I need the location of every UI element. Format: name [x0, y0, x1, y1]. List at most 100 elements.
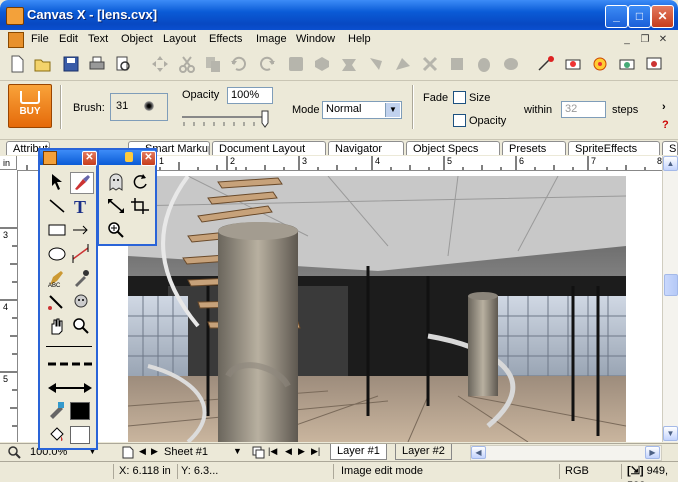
- staircase-render-image[interactable]: [128, 176, 626, 442]
- fill-bucket-icon[interactable]: [46, 424, 68, 444]
- tab-presets[interactable]: Presets: [502, 141, 566, 155]
- canvas-app-icon[interactable]: [6, 7, 24, 25]
- cut-icon[interactable]: [178, 55, 196, 73]
- scroll-thumb[interactable]: [664, 274, 678, 296]
- rotate-icon[interactable]: [129, 172, 151, 192]
- toolbox-title-bar[interactable]: ✕: [40, 150, 97, 166]
- page-icon[interactable]: [122, 446, 134, 459]
- steps-field[interactable]: 32: [561, 101, 606, 118]
- toolbox-close-icon[interactable]: ✕: [82, 151, 97, 166]
- zoom-view-icon[interactable]: [645, 55, 663, 73]
- layers-icon[interactable]: [252, 446, 265, 459]
- save-icon[interactable]: [62, 55, 80, 73]
- layer-tab-1[interactable]: Layer #1: [330, 444, 387, 460]
- brush-picker[interactable]: 31: [110, 93, 168, 121]
- sprite-tool-icon[interactable]: [70, 292, 92, 312]
- knife-tool-icon[interactable]: [46, 292, 68, 312]
- fade-size-checkbox[interactable]: [453, 91, 466, 104]
- chevron-right-icon[interactable]: ›: [662, 101, 666, 113]
- rectangle-tool-icon[interactable]: [46, 220, 68, 240]
- combine-icon[interactable]: [340, 55, 358, 73]
- horizontal-scrollbar[interactable]: ◀ ▶: [470, 445, 662, 461]
- lock-icon[interactable]: [125, 152, 133, 162]
- menu-effects[interactable]: Effects: [209, 33, 242, 45]
- line-tool-icon[interactable]: [46, 196, 68, 216]
- redo-icon[interactable]: [258, 55, 276, 73]
- print-preview-icon[interactable]: [114, 55, 132, 73]
- subtools-title-bar[interactable]: ✕: [99, 150, 156, 166]
- brush-tool-icon[interactable]: [70, 172, 94, 194]
- rounded-tool-icon[interactable]: [70, 220, 92, 240]
- move-icon[interactable]: [151, 55, 169, 73]
- tab-object-specs[interactable]: Object Specs: [406, 141, 500, 155]
- menu-file[interactable]: File: [31, 33, 49, 45]
- menu-help[interactable]: Help: [348, 33, 371, 45]
- ellipse-tool-icon[interactable]: [46, 244, 68, 264]
- mdi-close-icon[interactable]: ✕: [656, 33, 670, 46]
- document-icon[interactable]: [8, 32, 24, 48]
- tab-document-layout[interactable]: Document Layout: [212, 141, 326, 155]
- first-layer-icon[interactable]: |◀: [268, 446, 277, 457]
- group-icon[interactable]: [287, 55, 305, 73]
- scale-icon[interactable]: [105, 196, 127, 216]
- mdi-restore-icon[interactable]: ❐: [638, 33, 652, 46]
- next-layer-icon[interactable]: ▶: [298, 446, 305, 457]
- crop-icon[interactable]: [129, 196, 151, 216]
- filter-icon[interactable]: [591, 55, 609, 73]
- fade-opacity-checkbox[interactable]: [453, 114, 466, 127]
- next-sheet-icon[interactable]: ▶: [151, 446, 158, 457]
- hand-tool-icon[interactable]: [46, 316, 68, 336]
- copy-icon[interactable]: [204, 55, 222, 73]
- scroll-left-icon[interactable]: ◀: [471, 446, 486, 459]
- hand-icon[interactable]: [475, 55, 493, 73]
- tab-sprite-effects[interactable]: SpriteEffects: [568, 141, 660, 155]
- menu-edit[interactable]: Edit: [59, 33, 78, 45]
- help-icon[interactable]: ?: [662, 119, 669, 131]
- pan-icon[interactable]: [502, 55, 520, 73]
- dimension-tool-icon[interactable]: [70, 244, 92, 264]
- text-tool-icon[interactable]: T: [70, 196, 92, 216]
- menu-window[interactable]: Window: [296, 33, 335, 45]
- dash-style-icon[interactable]: [46, 354, 94, 374]
- select-arrow-icon[interactable]: [46, 172, 68, 192]
- mode-dropdown[interactable]: Normal ▼: [322, 101, 402, 119]
- send-backward-icon[interactable]: [394, 55, 412, 73]
- minimize-button[interactable]: _: [605, 5, 628, 28]
- scroll-down-icon[interactable]: ▼: [663, 426, 678, 441]
- lock-icon[interactable]: [448, 55, 466, 73]
- fill-color-swatch[interactable]: [70, 426, 90, 444]
- menu-object[interactable]: Object: [121, 33, 153, 45]
- ghost-sprite-icon[interactable]: [105, 172, 127, 192]
- stroke-color-swatch[interactable]: [70, 402, 90, 420]
- menu-layout[interactable]: Layout: [163, 33, 196, 45]
- mdi-minimize-icon[interactable]: _: [620, 33, 634, 46]
- bring-forward-icon[interactable]: [367, 55, 385, 73]
- print-icon[interactable]: [88, 55, 106, 73]
- zoom-icon[interactable]: [8, 446, 21, 459]
- close-button[interactable]: ✕: [651, 5, 674, 28]
- opacity-slider[interactable]: [180, 109, 272, 131]
- delete-icon[interactable]: [421, 55, 439, 73]
- sheet-name[interactable]: Sheet #1: [164, 446, 208, 458]
- ungroup-icon[interactable]: [313, 55, 331, 73]
- title-bar[interactable]: Canvas X - [lens.cvx] _ □ ✕: [0, 0, 678, 30]
- new-document-icon[interactable]: [8, 55, 26, 73]
- last-layer-icon[interactable]: ▶|: [311, 446, 320, 457]
- eyedropper-icon[interactable]: [70, 268, 92, 288]
- buy-button[interactable]: BUY: [8, 84, 52, 128]
- subtools-close-icon[interactable]: ✕: [141, 151, 156, 166]
- effects-icon[interactable]: [537, 55, 555, 73]
- camera-icon[interactable]: [618, 55, 636, 73]
- pen-color-icon[interactable]: [46, 400, 68, 420]
- menu-text[interactable]: Text: [88, 33, 108, 45]
- opacity-field[interactable]: 100%: [227, 87, 273, 104]
- arrow-style-icon[interactable]: [46, 378, 94, 398]
- scroll-up-icon[interactable]: ▲: [663, 156, 678, 171]
- maximize-button[interactable]: □: [628, 5, 651, 28]
- tab-navigator[interactable]: Navigator: [328, 141, 404, 155]
- prev-layer-icon[interactable]: ◀: [285, 446, 292, 457]
- vertical-scrollbar[interactable]: ▲ ▼: [662, 156, 678, 442]
- tab-more[interactable]: S: [662, 141, 678, 155]
- menu-image[interactable]: Image: [256, 33, 287, 45]
- open-folder-icon[interactable]: [34, 55, 52, 73]
